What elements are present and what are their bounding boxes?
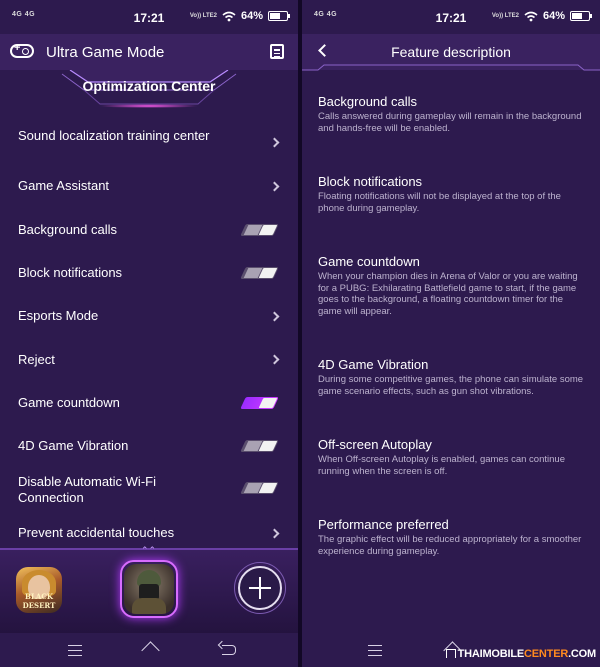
house-icon (445, 649, 456, 658)
settings-row-label: Background calls (18, 222, 117, 237)
battery-percent: 64% (240, 10, 263, 22)
menu-icon[interactable] (68, 645, 82, 656)
body-shape (132, 598, 166, 614)
feature-description: When your champion dies in Arena of Valo… (318, 271, 578, 317)
status-bar: 4G 4G 17:21 Vo)) LTE2 64% (302, 0, 600, 34)
back-icon[interactable] (222, 645, 236, 655)
feature-title: Block notifications (318, 174, 423, 189)
feature-title: 4D Game Vibration (318, 357, 429, 372)
page-title: Feature description (391, 44, 511, 60)
feature-title: Background calls (318, 94, 417, 109)
game-mode-screen: 4G 4G 17:21 Vo)) LTE2 64% Ultra Game Mod… (0, 0, 298, 667)
section-title: Optimization Center (82, 78, 216, 94)
toggle-switch[interactable] (240, 397, 279, 409)
feature-description: Floating notifications will not be displ… (318, 191, 561, 214)
chevron-right-icon[interactable] (269, 311, 280, 322)
feature-block: Performance preferred The graphic effect … (318, 517, 588, 557)
wifi-icon (222, 11, 236, 21)
feature-block: Off-screen Autoplay When Off-screen Autop… (318, 437, 588, 477)
feature-description: During some competitive games, the phone… (318, 374, 584, 397)
toggle-part (258, 268, 278, 278)
feature-description-screen: 4G 4G 17:21 Vo)) LTE2 64% Feature descri… (302, 0, 600, 667)
game-tile-tag: BLACK DESERT (22, 592, 56, 610)
toggle-part (258, 483, 278, 493)
add-game-button[interactable] (238, 566, 282, 610)
settings-row-label: Game Assistant (18, 178, 110, 193)
feature-block: Block notifications Floating notification… (318, 174, 588, 214)
feature-description: Calls answered during gameplay will rema… (318, 111, 582, 134)
battery-icon (570, 11, 592, 21)
battery-icon (268, 11, 290, 21)
header-frame-decoration (302, 64, 600, 71)
black-desert-game-tile[interactable]: BLACK DESERT (16, 567, 62, 613)
feature-description: When Off-screen Autoplay is enabled, gam… (318, 454, 565, 477)
wifi-icon (524, 11, 538, 21)
status-bar: 4G 4G 17:21 Vo)) LTE2 64% (0, 0, 298, 34)
toggle-switch[interactable] (240, 440, 279, 452)
feature-block: Game countdown When your champion dies in… (318, 254, 588, 317)
gamepad-icon[interactable] (10, 42, 34, 58)
navigation-bar (0, 633, 298, 667)
toggle-part (258, 225, 278, 235)
settings-row-label: Disable Automatic Wi-Fi Connection (18, 474, 156, 505)
document-icon[interactable] (270, 44, 284, 59)
feature-block: Background calls Calls answered during ga… (318, 94, 588, 134)
feature-title: Game countdown (318, 254, 420, 269)
chevron-right-icon[interactable] (269, 137, 280, 148)
settings-row-label: Game countdown (18, 395, 120, 410)
feature-description: The graphic effect will be reduced appro… (318, 534, 582, 557)
watermark-part-3: .COM (568, 648, 596, 660)
app-title: Ultra Game Mode (46, 44, 165, 61)
toggle-switch[interactable] (240, 267, 279, 279)
title-glow-decoration (99, 104, 199, 108)
pubg-game-tile[interactable] (124, 564, 174, 614)
menu-icon[interactable] (368, 645, 382, 656)
toggle-switch[interactable] (240, 224, 279, 236)
toggle-part (258, 398, 278, 408)
chevron-right-icon[interactable] (269, 181, 280, 192)
feature-title: Performance preferred (318, 517, 449, 532)
settings-row-label: Reject (18, 352, 55, 367)
chevron-up-icon[interactable]: ⌃⌃ (141, 545, 156, 556)
volte-indicator: Vo)) LTE2 (189, 13, 217, 19)
feature-block: 4D Game Vibration During some competitive… (318, 357, 588, 397)
watermark-part-2: CENTER (524, 648, 569, 660)
settings-row-label: 4D Game Vibration (18, 438, 129, 453)
settings-row-label: Esports Mode (18, 308, 99, 323)
chevron-right-icon[interactable] (269, 528, 280, 539)
chevron-right-icon[interactable] (269, 354, 280, 365)
feature-title: Off-screen Autoplay (318, 437, 432, 452)
volte-indicator: Vo)) LTE2 (491, 13, 519, 19)
battery-percent: 64% (542, 10, 565, 22)
toggle-switch[interactable] (240, 482, 279, 494)
settings-row-label: Prevent accidental touches (18, 525, 175, 540)
toggle-part (258, 441, 278, 451)
settings-row-label: Block notifications (18, 265, 123, 280)
home-icon[interactable] (142, 643, 160, 656)
settings-row-label: Sound localization training center (18, 128, 210, 143)
watermark-part-1: THAIMOBILE (457, 648, 525, 660)
watermark: THAIMOBILECENTER.COM (445, 648, 596, 660)
